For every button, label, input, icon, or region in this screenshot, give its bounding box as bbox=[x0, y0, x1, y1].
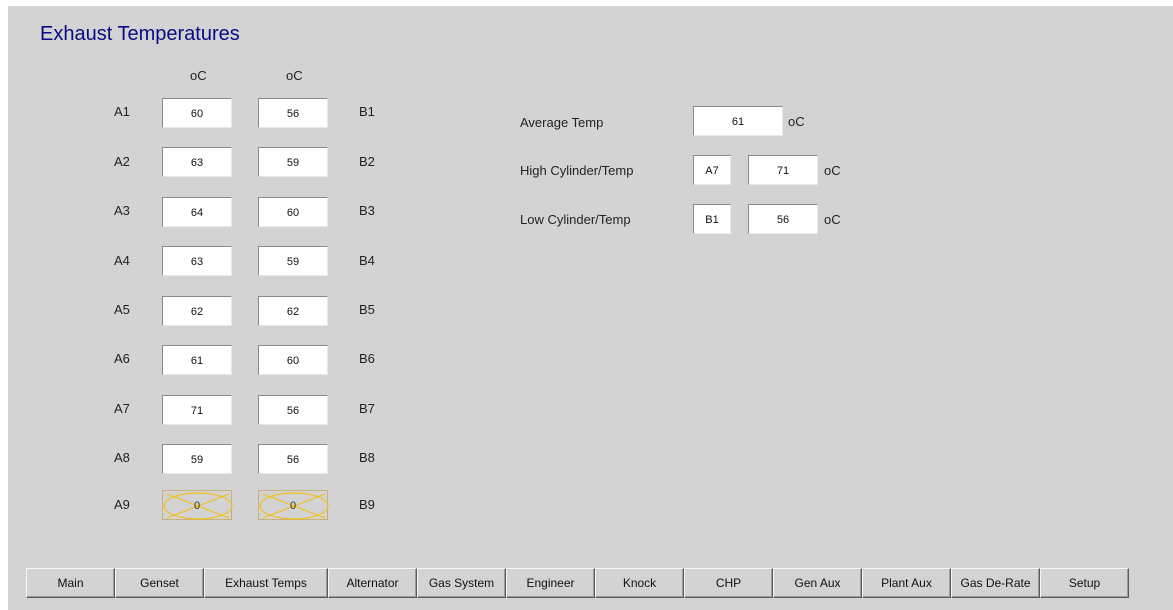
row-label-b8: B8 bbox=[359, 450, 375, 465]
temp-field-a7: 71 bbox=[162, 395, 232, 425]
nav-button-alternator[interactable]: Alternator bbox=[328, 568, 417, 598]
row-label-b3: B3 bbox=[359, 203, 375, 218]
unit-header-a: oC bbox=[190, 68, 207, 83]
row-label-a8: A8 bbox=[114, 450, 130, 465]
row-label-a4: A4 bbox=[114, 253, 130, 268]
nav-button-setup[interactable]: Setup bbox=[1040, 568, 1129, 598]
low-temp-unit: oC bbox=[824, 212, 841, 227]
low-cylinder-field: B1 bbox=[693, 204, 731, 234]
temp-value-a9: 0 bbox=[193, 500, 201, 512]
nav-button-genset[interactable]: Genset bbox=[115, 568, 204, 598]
row-label-b9: B9 bbox=[359, 497, 375, 512]
nav-button-engineer[interactable]: Engineer bbox=[506, 568, 595, 598]
temp-field-b3: 60 bbox=[258, 197, 328, 227]
temp-field-a8: 59 bbox=[162, 444, 232, 474]
temp-field-a5: 62 bbox=[162, 296, 232, 326]
row-label-a9: A9 bbox=[114, 497, 130, 512]
temp-field-b7: 56 bbox=[258, 395, 328, 425]
high-temp-field: 71 bbox=[748, 155, 818, 185]
temp-value-b9: 0 bbox=[289, 500, 297, 512]
row-label-a7: A7 bbox=[114, 401, 130, 416]
nav-button-gas-system[interactable]: Gas System bbox=[417, 568, 506, 598]
temp-field-b4: 59 bbox=[258, 246, 328, 276]
row-label-a2: A2 bbox=[114, 154, 130, 169]
high-cylinder-field: A7 bbox=[693, 155, 731, 185]
temp-field-a1: 60 bbox=[162, 98, 232, 128]
nav-button-gen-aux[interactable]: Gen Aux bbox=[773, 568, 862, 598]
nav-button-exhaust-temps[interactable]: Exhaust Temps bbox=[204, 568, 328, 598]
temp-field-b2: 59 bbox=[258, 147, 328, 177]
temp-field-b1: 56 bbox=[258, 98, 328, 128]
page-title: Exhaust Temperatures bbox=[40, 23, 240, 45]
nav-button-chp[interactable]: CHP bbox=[684, 568, 773, 598]
nav-button-main[interactable]: Main bbox=[26, 568, 115, 598]
temp-field-a6: 61 bbox=[162, 345, 232, 375]
row-label-a6: A6 bbox=[114, 351, 130, 366]
unit-header-b: oC bbox=[286, 68, 303, 83]
row-label-b6: B6 bbox=[359, 351, 375, 366]
row-label-a1: A1 bbox=[114, 104, 130, 119]
row-label-a3: A3 bbox=[114, 203, 130, 218]
average-temp-label: Average Temp bbox=[520, 115, 604, 130]
row-label-b4: B4 bbox=[359, 253, 375, 268]
temp-field-b9: 0 bbox=[258, 490, 329, 520]
low-cylinder-label: Low Cylinder/Temp bbox=[520, 212, 631, 227]
row-label-a5: A5 bbox=[114, 302, 130, 317]
temp-field-a2: 63 bbox=[162, 147, 232, 177]
temp-field-b5: 62 bbox=[258, 296, 328, 326]
average-temp-unit: oC bbox=[788, 114, 805, 129]
high-temp-unit: oC bbox=[824, 163, 841, 178]
average-temp-field: 61 bbox=[693, 106, 783, 136]
nav-button-plant-aux[interactable]: Plant Aux bbox=[862, 568, 951, 598]
row-label-b7: B7 bbox=[359, 401, 375, 416]
high-cylinder-label: High Cylinder/Temp bbox=[520, 163, 634, 178]
low-temp-field: 56 bbox=[748, 204, 818, 234]
temp-field-b8: 56 bbox=[258, 444, 328, 474]
bottom-nav: Main Genset Exhaust Temps Alternator Gas… bbox=[26, 568, 1129, 598]
temp-field-b6: 60 bbox=[258, 345, 328, 375]
temp-field-a4: 63 bbox=[162, 246, 232, 276]
row-label-b1: B1 bbox=[359, 104, 375, 119]
nav-button-knock[interactable]: Knock bbox=[595, 568, 684, 598]
row-label-b5: B5 bbox=[359, 302, 375, 317]
row-label-b2: B2 bbox=[359, 154, 375, 169]
temp-field-a9: 0 bbox=[162, 490, 233, 520]
nav-button-gas-de-rate[interactable]: Gas De-Rate bbox=[951, 568, 1040, 598]
temp-field-a3: 64 bbox=[162, 197, 232, 227]
